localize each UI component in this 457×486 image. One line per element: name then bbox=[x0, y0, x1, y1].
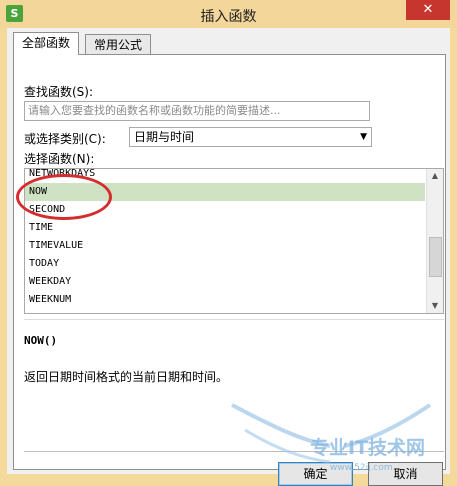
list-item[interactable]: TIME bbox=[25, 219, 425, 237]
vertical-scrollbar[interactable]: ▲ ▼ bbox=[426, 169, 443, 313]
close-button[interactable]: ✕ bbox=[406, 0, 450, 20]
ok-button[interactable]: 确定 bbox=[278, 462, 353, 486]
list-item[interactable]: SECOND bbox=[25, 201, 425, 219]
dialog-title: 插入函数 bbox=[200, 9, 257, 25]
dialog-body: 全部函数 常用公式 查找函数(S): 请输入您要查找的函数名称或函数功能的简要描… bbox=[7, 28, 450, 486]
list-item[interactable]: WEEKNUM bbox=[25, 291, 425, 309]
list-item[interactable]: TIMEVALUE bbox=[25, 237, 425, 255]
search-label: 查找函数(S): bbox=[24, 85, 94, 99]
tab-all-functions[interactable]: 全部函数 bbox=[13, 32, 80, 55]
tab-panel: 查找函数(S): 请输入您要查找的函数名称或函数功能的简要描述... 或选择类别… bbox=[13, 54, 446, 486]
search-input[interactable]: 请输入您要查找的函数名称或函数功能的简要描述... bbox=[24, 101, 370, 121]
list-item-selected[interactable]: NOW bbox=[25, 183, 425, 201]
scroll-up-icon[interactable]: ▲ bbox=[427, 169, 443, 183]
category-select[interactable]: 日期与时间 ▼ bbox=[129, 127, 372, 147]
function-signature: NOW() bbox=[24, 334, 58, 347]
divider bbox=[24, 451, 444, 452]
function-list-label: 选择函数(N): bbox=[24, 152, 95, 166]
function-listbox[interactable]: NETWORKDAYS NOW SECOND TIME TIMEVALUE TO… bbox=[24, 168, 444, 314]
scroll-thumb[interactable] bbox=[429, 237, 442, 277]
list-item[interactable]: WEEKDAY bbox=[25, 273, 425, 291]
list-item[interactable]: NETWORKDAYS bbox=[25, 169, 425, 183]
cancel-button[interactable]: 取消 bbox=[368, 462, 443, 486]
scroll-down-icon[interactable]: ▼ bbox=[427, 299, 443, 313]
category-label: 或选择类别(C): bbox=[24, 132, 106, 146]
divider bbox=[24, 319, 444, 320]
title-bar: S 插入函数 ✕ bbox=[0, 0, 457, 28]
tab-common-formulas[interactable]: 常用公式 bbox=[85, 34, 152, 55]
list-item[interactable]: TODAY bbox=[25, 255, 425, 273]
dropdown-arrow-icon: ▼ bbox=[360, 132, 367, 142]
category-selected-value: 日期与时间 bbox=[134, 130, 195, 144]
function-description: 返回日期时间格式的当前日期和时间。 bbox=[24, 370, 229, 384]
